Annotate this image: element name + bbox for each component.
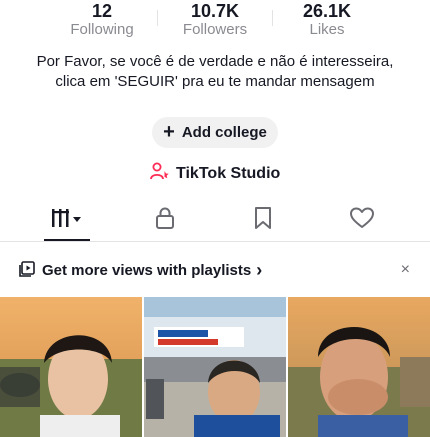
bookmark-icon [253,206,273,235]
followers-count: 10.7K [190,1,240,21]
video-grid [0,297,430,437]
following-label: Following [70,21,134,38]
followers-label: Followers [182,21,248,38]
plus-icon: + [163,120,175,143]
likes-stat[interactable]: 26.1K Likes [272,0,382,39]
tiktok-studio-link[interactable]: TikTok Studio [150,162,280,185]
playlist-banner[interactable]: Get more views with playlists › × [0,254,430,286]
tab-saved[interactable] [233,200,293,240]
video-thumbnail[interactable] [0,297,142,437]
lock-icon [154,206,176,235]
studio-label: TikTok Studio [176,164,281,182]
likes-count: 26.1K [302,1,352,21]
profile-bio[interactable]: Por Favor, se você é de verdade e não é … [20,52,410,92]
followers-stat[interactable]: 10.7K Followers [160,0,270,39]
tab-videos[interactable] [37,200,97,240]
likes-label: Likes [309,21,345,38]
playlist-icon [19,260,35,281]
stat-divider [157,10,158,26]
tabs-divider [0,241,430,242]
heart-icon [349,206,375,235]
tab-private[interactable] [135,200,195,240]
following-count: 12 [91,1,113,21]
add-college-label: Add college [181,124,267,141]
add-college-button[interactable]: + Add college [152,117,278,148]
studio-person-icon [150,162,170,185]
playlist-banner-content[interactable]: Get more views with playlists › [19,260,262,281]
playlist-banner-text: Get more views with playlists [42,262,252,279]
profile-stats: 12 Following 10.7K Followers 26.1K Likes [0,0,430,46]
tab-liked[interactable] [332,200,392,240]
chevron-right-icon: › [256,260,263,280]
grid-dropdown-icon [50,207,84,234]
close-icon[interactable]: × [401,261,410,279]
profile-tabs [0,200,430,242]
following-stat[interactable]: 12 Following [47,0,157,39]
video-thumbnail[interactable] [144,297,286,437]
video-thumbnail[interactable] [288,297,430,437]
